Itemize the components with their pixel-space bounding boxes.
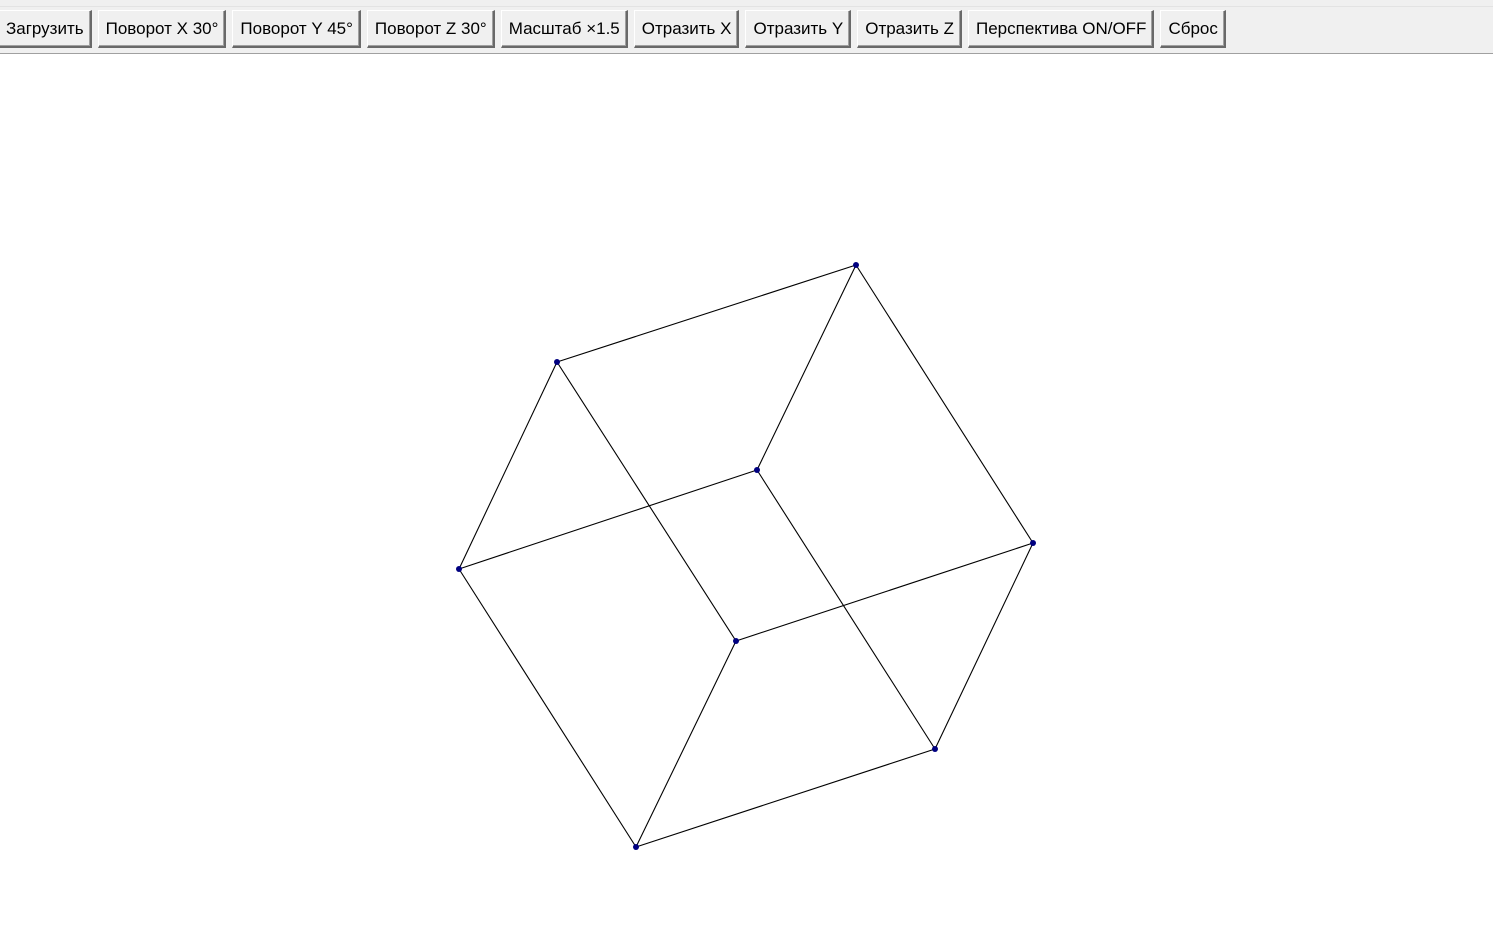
cube-vertex — [733, 638, 739, 644]
cube-edge — [735, 542, 1034, 642]
cube-edge — [458, 568, 637, 848]
button-row: Загрузить Поворот X 30° Поворот Y 45° По… — [0, 10, 1226, 48]
cube-vertex — [754, 467, 760, 473]
drawing-canvas[interactable] — [0, 55, 1493, 934]
rotate-z-button[interactable]: Поворот Z 30° — [366, 10, 495, 48]
cube-vertex — [853, 262, 859, 268]
cube-edge — [855, 264, 1034, 544]
window-top-edge — [0, 0, 1493, 7]
load-button[interactable]: Загрузить — [0, 10, 92, 48]
cube-vertex — [633, 844, 639, 850]
rotate-y-button[interactable]: Поворот Y 45° — [232, 10, 361, 48]
cube-edge — [458, 361, 558, 570]
cube-edge — [756, 469, 936, 750]
cube-edge — [556, 264, 857, 363]
wireframe-cube — [456, 262, 1036, 850]
mirror-z-button[interactable]: Отразить Z — [857, 10, 962, 48]
cube-vertex — [554, 359, 560, 365]
toolbar: Загрузить Поворот X 30° Поворот Y 45° По… — [0, 0, 1493, 54]
reset-button[interactable]: Сброс — [1160, 10, 1226, 48]
cube-edge — [635, 640, 737, 848]
cube-edge — [635, 748, 936, 848]
cube-edge — [756, 264, 857, 471]
perspective-toggle-button[interactable]: Перспектива ON/OFF — [968, 10, 1155, 48]
mirror-y-button[interactable]: Отразить Y — [745, 10, 852, 48]
cube-vertex — [1030, 540, 1036, 546]
cube-vertex — [456, 566, 462, 572]
rotate-x-button[interactable]: Поворот X 30° — [97, 10, 227, 48]
cube-edge — [934, 542, 1034, 750]
scale-button[interactable]: Масштаб ×1.5 — [500, 10, 628, 48]
mirror-x-button[interactable]: Отразить X — [633, 10, 740, 48]
cube-edge — [458, 469, 758, 570]
cube-vertex — [932, 746, 938, 752]
cube-edge — [556, 361, 737, 642]
